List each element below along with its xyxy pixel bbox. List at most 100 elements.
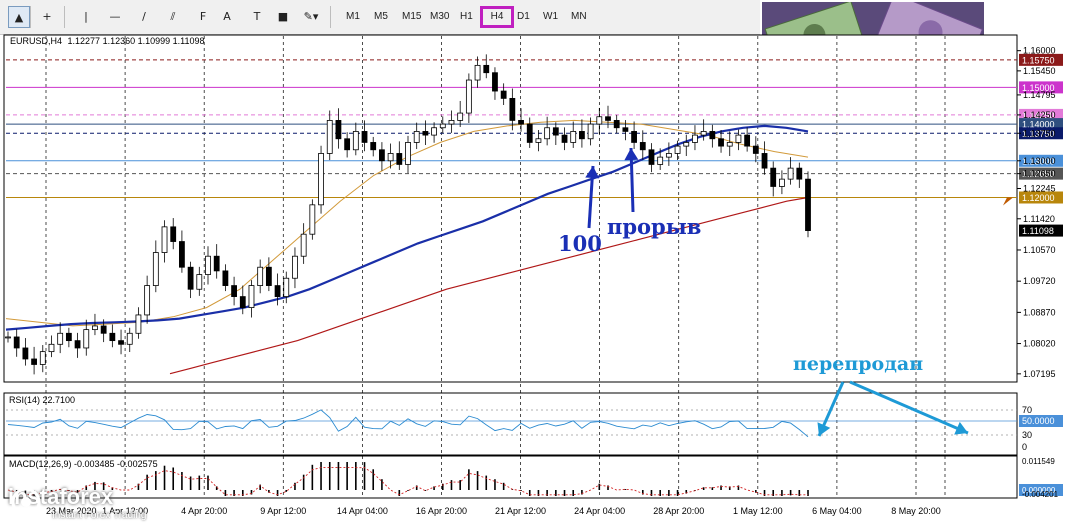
candle-body — [700, 131, 707, 136]
candle-body — [205, 255, 211, 275]
candle-body — [500, 90, 507, 99]
macd-label: MACD(12,26,9) -0.003485 -0.002575 — [9, 459, 158, 469]
candle-body — [326, 120, 333, 154]
time-tick-label: 9 Apr 12:00 — [260, 506, 306, 516]
candle-body — [318, 153, 324, 206]
candle-body — [5, 336, 11, 339]
candle-body — [135, 314, 142, 334]
candle-body — [361, 131, 368, 143]
candle-body — [379, 149, 385, 162]
candle-body — [187, 266, 194, 290]
time-tick-label: 1 May 12:00 — [733, 506, 783, 516]
candle-body — [483, 64, 490, 74]
price-level-label: 1.11098 — [1022, 226, 1054, 236]
rsi-level-label: 70 — [1022, 405, 1032, 415]
candle-body — [370, 142, 377, 151]
candle-body — [265, 266, 272, 286]
candle-body — [292, 255, 298, 279]
ohlc-values: 1.12277 1.12360 1.10999 1.11098 — [68, 36, 205, 46]
candle-body — [674, 145, 681, 154]
candle-body — [735, 134, 742, 143]
candle-body — [335, 120, 342, 140]
candle-body — [657, 156, 664, 165]
candle-body — [631, 131, 637, 143]
time-axis: 23 Mar 2020 1 Apr 12:00 4 Apr 20:00 9 Apr 1… — [46, 506, 941, 516]
symbol-name: EURUSD,H4 — [10, 36, 62, 46]
price-level-label: 1.12000 — [1022, 193, 1055, 203]
price-chart[interactable]: 1.157501.150001.142501.140001.137501.130… — [0, 0, 1071, 524]
candle-body — [257, 266, 264, 286]
candle-body — [535, 138, 542, 143]
candle-body — [309, 204, 316, 235]
candle-body — [805, 178, 811, 231]
candle-body — [57, 332, 64, 345]
candle-body — [413, 131, 420, 143]
price-tick-label: 1.09720 — [1023, 276, 1056, 286]
candle-body — [492, 72, 498, 92]
instaforex-logo-icon — [11, 487, 41, 517]
candle-body — [465, 79, 472, 114]
candle-body — [457, 112, 464, 121]
candle-body — [761, 153, 768, 169]
annotation-oversold: перепродан — [793, 353, 923, 375]
candle-body — [48, 343, 55, 353]
candle-body — [448, 120, 455, 125]
watermark-tagline: Instant Forex Trading — [52, 510, 147, 521]
candle-body — [474, 64, 481, 81]
annotation-breakout: прорыв — [607, 214, 701, 239]
candle-body — [544, 127, 551, 140]
candle-body — [248, 285, 255, 308]
candle-body — [22, 347, 29, 360]
candle-body — [752, 145, 759, 154]
price-tick-label: 1.12650 — [1023, 169, 1056, 179]
price-tick-label: 1.08020 — [1023, 339, 1056, 349]
candle-body — [648, 149, 655, 165]
rsi-level-label: 0 — [1022, 442, 1027, 452]
candle-body — [152, 252, 159, 286]
candle-body — [570, 131, 577, 143]
time-tick-label: 6 May 04:00 — [812, 506, 862, 516]
candle-body — [405, 142, 411, 165]
time-tick-label: 21 Apr 12:00 — [495, 506, 546, 516]
candle-body — [526, 123, 533, 143]
rsi-label: RSI(14) 22.7100 — [9, 395, 75, 405]
price-tick-label: 1.14795 — [1023, 90, 1056, 100]
candle-body — [74, 340, 81, 349]
price-tick-label: 1.14250 — [1023, 110, 1056, 120]
time-tick-label: 16 Apr 20:00 — [416, 506, 467, 516]
candle-body — [283, 277, 290, 297]
rsi-level-label: 50.0000 — [1022, 416, 1055, 426]
candle-body — [31, 358, 37, 365]
price-tick-label: 1.08870 — [1023, 307, 1056, 317]
candle-body — [439, 123, 446, 129]
candle-body — [422, 131, 429, 136]
candle-body — [118, 340, 124, 345]
price-tick-label: 1.11420 — [1023, 214, 1055, 224]
candle-body — [300, 233, 307, 257]
price-tick-label: 1.15450 — [1023, 66, 1056, 76]
rsi-panel-frame — [3, 392, 1018, 456]
candle-body — [718, 138, 724, 147]
candle-body — [596, 116, 603, 125]
annotation-100: 100 — [558, 231, 602, 256]
price-level-label: 1.15750 — [1022, 55, 1055, 65]
candle-body — [579, 131, 585, 140]
candle-body — [387, 153, 394, 162]
candle-body — [561, 134, 568, 143]
candle-body — [65, 332, 72, 342]
time-tick-label: 24 Apr 04:00 — [574, 506, 625, 516]
rsi-level-label: 30 — [1022, 430, 1032, 440]
candle-body — [100, 325, 107, 334]
candle-body — [518, 120, 524, 125]
macd-level-label: -0.004201 — [1022, 490, 1059, 499]
candle-body — [744, 134, 751, 147]
time-tick-label: 28 Apr 20:00 — [653, 506, 704, 516]
price-tick-label: 1.16000 — [1023, 46, 1056, 56]
candle-body — [179, 241, 185, 268]
candle-body — [396, 153, 403, 165]
candle-body — [231, 285, 237, 297]
price-tick-label: 1.10570 — [1023, 245, 1056, 255]
candle-body — [92, 325, 98, 331]
candle-body — [126, 332, 133, 345]
candle-body — [170, 226, 177, 242]
